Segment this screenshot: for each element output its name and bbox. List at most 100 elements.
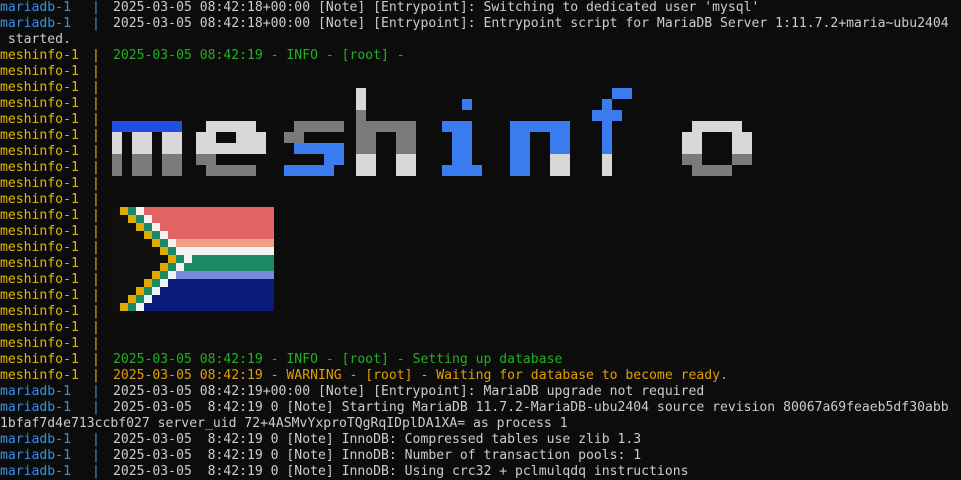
prefix-separator: | — [92, 160, 100, 175]
log-message: 2025-03-05 08:42:19+00:00 [Note] [Entryp… — [113, 384, 705, 399]
log-line: mariadb-1 | 2025-03-05 08:42:18+00:00 [Not… — [0, 0, 759, 16]
service-prefix: mariadb-1 — [0, 16, 71, 31]
banner-letter-m — [112, 121, 182, 176]
flag-chevron-black — [112, 279, 144, 287]
service-prefix: meshinfo-1 — [0, 192, 79, 207]
banner-letter-h — [356, 88, 416, 176]
log-line: meshinfo-1 | — [0, 320, 113, 336]
log-line: meshinfo-1 | 2025-03-05 08:42:19 - WARNING… — [0, 368, 728, 384]
service-prefix: meshinfo-1 — [0, 368, 79, 383]
prefix-separator: | — [92, 80, 100, 95]
prefix-separator: | — [92, 16, 100, 31]
prefix-separator: | — [92, 336, 100, 351]
banner-letter-o — [682, 121, 752, 176]
flag-chevron-black — [112, 215, 128, 223]
log-line: meshinfo-1 | 2025-03-05 08:42:19 - INFO - … — [0, 352, 562, 368]
service-prefix: meshinfo-1 — [0, 256, 79, 271]
log-line: 1bfaf7d4e713ccbf027 server_uid 72+4ASMvY… — [0, 416, 568, 432]
prefix-separator: | — [92, 0, 100, 15]
log-line: meshinfo-1 | — [0, 80, 113, 96]
prefix-separator: | — [92, 208, 100, 223]
prefix-separator: | — [92, 96, 100, 111]
meshinfo-ascii-banner — [112, 88, 752, 176]
log-line: meshinfo-1 | — [0, 160, 113, 176]
service-prefix: meshinfo-1 — [0, 96, 79, 111]
prefix-separator: | — [92, 240, 100, 255]
log-message: 2025-03-05 8:42:19 0 [Note] InnoDB: Usin… — [113, 464, 689, 479]
log-line: started. — [0, 32, 71, 48]
log-line: meshinfo-1 | — [0, 208, 113, 224]
log-message: 2025-03-05 08:42:19 - WARNING - [root] -… — [113, 368, 728, 383]
flag-chevron-black — [112, 295, 128, 303]
service-prefix: mariadb-1 — [0, 0, 71, 15]
flag-chevron-black — [112, 271, 152, 279]
log-line: meshinfo-1 | — [0, 96, 113, 112]
service-prefix: meshinfo-1 — [0, 208, 79, 223]
log-line: meshinfo-1 | — [0, 224, 113, 240]
service-prefix: meshinfo-1 — [0, 176, 79, 191]
service-prefix: meshinfo-1 — [0, 48, 79, 63]
flag-chevron-black — [112, 223, 136, 231]
log-line: meshinfo-1 | — [0, 144, 113, 160]
prefix-separator: | — [92, 224, 100, 239]
service-prefix: meshinfo-1 — [0, 288, 79, 303]
prefix-separator: | — [92, 288, 100, 303]
banner-letter-s — [284, 121, 344, 176]
south-africa-flag-art — [112, 207, 274, 311]
service-prefix: meshinfo-1 — [0, 320, 79, 335]
log-message: 2025-03-05 08:42:18+00:00 [Note] [Entryp… — [113, 16, 949, 31]
service-prefix: mariadb-1 — [0, 400, 71, 415]
log-message: 2025-03-05 08:42:18+00:00 [Note] [Entryp… — [113, 0, 760, 15]
service-prefix: mariadb-1 — [0, 448, 71, 463]
log-line: mariadb-1 | 2025-03-05 8:42:19 0 [Note] In… — [0, 448, 641, 464]
service-prefix: mariadb-1 — [0, 464, 71, 479]
service-prefix: mariadb-1 — [0, 384, 71, 399]
prefix-separator: | — [92, 384, 100, 399]
log-line: meshinfo-1 | — [0, 240, 113, 256]
prefix-separator: | — [92, 112, 100, 127]
banner-letter-e — [196, 121, 266, 176]
service-prefix: mariadb-1 — [0, 432, 71, 447]
flag-chevron-black — [112, 231, 144, 239]
prefix-separator: | — [92, 464, 100, 479]
log-line: mariadb-1 | 2025-03-05 8:42:19 0 [Note] St… — [0, 400, 949, 416]
log-message: started. — [0, 32, 71, 47]
prefix-separator: | — [92, 48, 100, 63]
log-line: meshinfo-1 | — [0, 128, 113, 144]
log-line: mariadb-1 | 2025-03-05 08:42:19+00:00 [Not… — [0, 384, 704, 400]
prefix-separator: | — [92, 128, 100, 143]
flag-chevron-black — [112, 207, 120, 215]
prefix-separator: | — [92, 432, 100, 447]
prefix-separator: | — [92, 144, 100, 159]
service-prefix: meshinfo-1 — [0, 272, 79, 287]
prefix-separator: | — [92, 400, 100, 415]
prefix-separator: | — [92, 352, 100, 367]
log-line: meshinfo-1 | — [0, 112, 113, 128]
service-prefix: meshinfo-1 — [0, 80, 79, 95]
prefix-separator: | — [92, 272, 100, 287]
prefix-separator: | — [92, 448, 100, 463]
prefix-separator: | — [92, 320, 100, 335]
log-line: meshinfo-1 | 2025-03-05 08:42:19 - INFO - … — [0, 48, 405, 64]
banner-letter-i — [442, 99, 482, 176]
prefix-separator: | — [92, 304, 100, 319]
log-message: 2025-03-05 08:42:19 - INFO - [root] - — [113, 48, 405, 63]
service-prefix: meshinfo-1 — [0, 224, 79, 239]
prefix-separator: | — [92, 64, 100, 79]
flag-chevron-black — [112, 303, 120, 311]
log-line: mariadb-1 | 2025-03-05 8:42:19 0 [Note] In… — [0, 432, 641, 448]
flag-chevron-black — [112, 255, 168, 263]
flag-chevron-black — [112, 247, 160, 255]
service-prefix: meshinfo-1 — [0, 304, 79, 319]
banner-letter-n — [510, 121, 570, 176]
service-prefix: meshinfo-1 — [0, 352, 79, 367]
log-line: meshinfo-1 | — [0, 304, 113, 320]
service-prefix: meshinfo-1 — [0, 144, 79, 159]
log-line: mariadb-1 | 2025-03-05 8:42:19 0 [Note] In… — [0, 464, 688, 480]
service-prefix: meshinfo-1 — [0, 128, 79, 143]
service-prefix: meshinfo-1 — [0, 336, 79, 351]
service-prefix: meshinfo-1 — [0, 240, 79, 255]
log-line: meshinfo-1 | — [0, 176, 113, 192]
log-message: 2025-03-05 8:42:19 0 [Note] Starting Mar… — [113, 400, 949, 415]
log-line: meshinfo-1 | — [0, 288, 113, 304]
